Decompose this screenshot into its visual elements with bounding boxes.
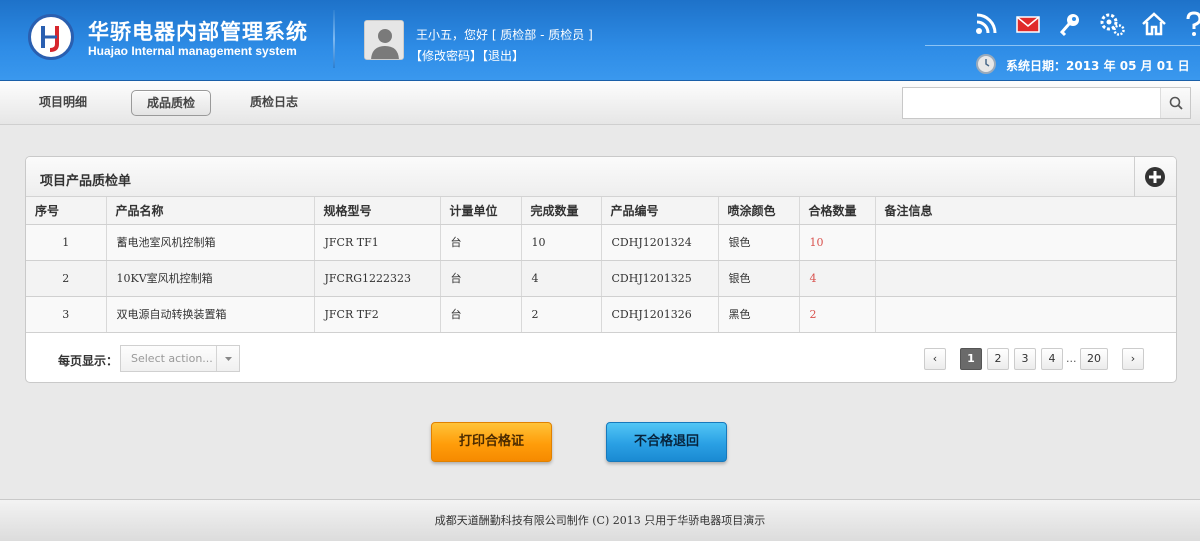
clock-icon (976, 54, 996, 74)
change-password-link[interactable]: 【修改密码】 (410, 49, 482, 63)
chevron-down-icon (216, 346, 239, 371)
table-header-row: 序号 产品名称 规格型号 计量单位 完成数量 产品编号 喷涂颜色 合格数量 备注… (26, 197, 1176, 225)
cell-completed-qty: 10 (521, 224, 602, 261)
col-header: 喷涂颜色 (718, 197, 800, 225)
page-button-4[interactable]: 4 (1041, 348, 1063, 370)
inspection-panel: 项目产品质检单 序号 产品名称 规格型号 计量单位 完成数量 产品编号 喷涂颜色… (25, 156, 1177, 383)
cell-product-code: CDHJ1201324 (601, 224, 719, 261)
cell-index: 2 (26, 260, 107, 297)
cell-model: JFCR TF1 (314, 224, 441, 261)
system-date-text: 系统日期：2013 年 05 月 01 日 (1006, 59, 1190, 73)
cell-completed-qty: 4 (521, 260, 602, 297)
cell-color: 银色 (718, 224, 800, 261)
cell-remarks (875, 224, 1176, 261)
col-header: 规格型号 (314, 197, 441, 225)
footer: 成都天道酬勤科技有限公司制作 (C) 2013 只用于华骄电器项目演示 (0, 499, 1200, 541)
panel-title: 项目产品质检单 (40, 174, 132, 189)
prev-page-button[interactable]: ‹ (924, 348, 946, 370)
tab-project-detail[interactable]: 项目明细 (24, 90, 102, 116)
search-icon (1169, 96, 1183, 110)
gears-icon[interactable] (1098, 10, 1126, 38)
col-header: 产品名称 (106, 197, 315, 225)
plus-circle-icon (1145, 167, 1165, 187)
per-page-select-value: Select action... (131, 352, 213, 365)
next-page-button[interactable]: › (1122, 348, 1144, 370)
user-greeting: 王小五，您好 [ 质检部 - 质检员 ] (416, 28, 593, 42)
page-button-3[interactable]: 3 (1014, 348, 1036, 370)
header-divider (333, 10, 335, 68)
user-links: 【修改密码】【退出】 (410, 47, 524, 64)
page-button-2[interactable]: 2 (987, 348, 1009, 370)
col-header: 序号 (26, 197, 107, 225)
cell-completed-qty: 2 (521, 296, 602, 333)
table-row[interactable]: 3 双电源自动转换装置箱 JFCR TF2 台 2 CDHJ1201326 黑色… (26, 296, 1176, 333)
tab-inspection-log[interactable]: 质检日志 (235, 90, 313, 116)
panel-header: 项目产品质检单 (26, 157, 1176, 197)
table-row[interactable]: 1 蓄电池室风机控制箱 JFCR TF1 台 10 CDHJ1201324 银色… (26, 224, 1176, 261)
page-button-20[interactable]: 20 (1080, 348, 1108, 370)
cell-remarks (875, 260, 1176, 297)
cell-product-code: CDHJ1201326 (601, 296, 719, 333)
cell-qualified-qty: 2 (799, 296, 876, 333)
cell-unit: 台 (440, 260, 522, 297)
company-logo (28, 14, 74, 60)
per-page-select[interactable]: Select action... (120, 345, 240, 372)
cell-color: 银色 (718, 260, 800, 297)
app-header: 华骄电器内部管理系统 Huajao Internal management sy… (0, 0, 1200, 81)
add-button[interactable] (1134, 157, 1176, 197)
col-header: 产品编号 (601, 197, 719, 225)
cell-product-name: 双电源自动转换装置箱 (106, 296, 315, 333)
logout-link[interactable]: 【退出】 (482, 49, 524, 63)
col-header: 合格数量 (799, 197, 876, 225)
home-icon[interactable] (1140, 10, 1168, 38)
col-header: 备注信息 (875, 197, 1176, 225)
nav-bar: 项目明细 成品质检 质检日志 (0, 81, 1200, 125)
cell-remarks (875, 296, 1176, 333)
reject-return-button[interactable]: 不合格退回 (606, 422, 727, 462)
col-header: 计量单位 (440, 197, 522, 225)
cell-qualified-qty: 10 (799, 224, 876, 261)
per-page-label: 每页显示： (58, 354, 119, 368)
inspection-table: 序号 产品名称 规格型号 计量单位 完成数量 产品编号 喷涂颜色 合格数量 备注… (26, 197, 1176, 333)
cell-product-code: CDHJ1201325 (601, 260, 719, 297)
tab-product-inspection[interactable]: 成品质检 (131, 90, 212, 116)
avatar (364, 20, 404, 60)
cell-index: 1 (26, 224, 107, 261)
cell-product-name: 蓄电池室风机控制箱 (106, 224, 315, 261)
cell-model: JFCR TF2 (314, 296, 441, 333)
mail-icon[interactable] (1014, 10, 1042, 38)
cell-index: 3 (26, 296, 107, 333)
brand-title-cn: 华骄电器内部管理系统 (88, 20, 308, 44)
brand-title-en: Huajao Internal management system (88, 44, 297, 58)
key-icon[interactable] (1056, 10, 1084, 38)
print-certificate-button[interactable]: 打印合格证 (431, 422, 552, 462)
cell-color: 黑色 (718, 296, 800, 333)
search-button[interactable] (1160, 88, 1190, 118)
cell-unit: 台 (440, 224, 522, 261)
header-rule (925, 45, 1200, 46)
table-row[interactable]: 2 10KV室风机控制箱 JFCRG1222323 台 4 CDHJ120132… (26, 260, 1176, 297)
cell-product-name: 10KV室风机控制箱 (106, 260, 315, 297)
page-button-1[interactable]: 1 (960, 348, 982, 370)
page-ellipsis: ... (1066, 352, 1077, 365)
cell-model: JFCRG1222323 (314, 260, 441, 297)
rss-icon[interactable] (972, 10, 1000, 38)
search-input[interactable] (903, 88, 1160, 118)
cell-qualified-qty: 4 (799, 260, 876, 297)
col-header: 完成数量 (521, 197, 602, 225)
cell-unit: 台 (440, 296, 522, 333)
search-box (902, 87, 1191, 119)
footer-text: 成都天道酬勤科技有限公司制作 (C) 2013 只用于华骄电器项目演示 (434, 514, 766, 527)
help-icon[interactable] (1180, 10, 1200, 38)
